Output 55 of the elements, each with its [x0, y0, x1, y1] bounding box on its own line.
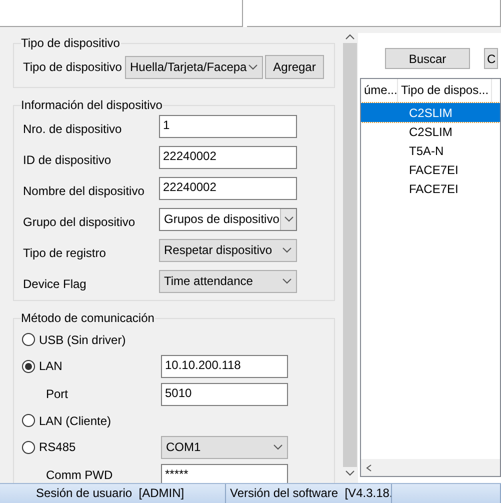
- status-text: Sesión de usuario [ADMIN]: [0, 484, 226, 503]
- text-field[interactable]: 1: [159, 114, 297, 138]
- list-row[interactable]: C2SLIM: [361, 103, 500, 122]
- field-label: Tipo de registro: [23, 245, 107, 260]
- field-label: Nombre del dispositivo: [23, 183, 146, 198]
- dropdown[interactable]: Grupos de dispositivo: [159, 208, 297, 230]
- list-row[interactable]: T5A-N: [361, 141, 500, 160]
- add-button[interactable]: Agregar: [265, 55, 324, 79]
- text-field[interactable]: 22240002: [159, 146, 297, 168]
- field-label: ID de dispositivo: [23, 152, 112, 167]
- list-cell-text: FACE7EI: [408, 162, 460, 176]
- scroll-down-icon: [345, 469, 355, 477]
- radio-label: LAN (Cliente): [39, 414, 112, 428]
- list-row[interactable]: FACE7EI: [361, 179, 500, 198]
- radio-button[interactable]: [22, 360, 35, 372]
- action-button[interactable]: C: [484, 48, 498, 69]
- field-label: Nro. de dispositivo: [23, 121, 123, 136]
- radio-button[interactable]: [22, 440, 35, 454]
- text-field[interactable]: [0, 0, 243, 27]
- radio-label: LAN: [39, 359, 62, 373]
- field-label: Device Flag: [23, 276, 88, 291]
- scroll-up-icon: [345, 33, 355, 41]
- group-title: Información del dispositivo: [21, 98, 164, 112]
- field-label: Port: [45, 387, 70, 401]
- group-title: Método de comunicación: [21, 311, 156, 325]
- dropdown[interactable]: Huella/Tarjeta/Facepa: [125, 56, 263, 78]
- chevron-down-icon: [273, 443, 283, 451]
- text-field[interactable]: [247, 0, 501, 27]
- text-field[interactable]: *****: [161, 464, 288, 483]
- text-field[interactable]: 10.10.200.118: [161, 354, 288, 378]
- chevron-down-icon: [282, 246, 292, 254]
- radio-label: RS485: [39, 440, 76, 454]
- list-cell-text: C2SLIM: [408, 106, 454, 120]
- field-label: Comm PWD: [45, 468, 114, 482]
- chevron-down-icon: [248, 63, 258, 71]
- dropdown[interactable]: Time attendance: [159, 270, 297, 292]
- list-cell-text: FACE7EI: [408, 182, 460, 196]
- field-label: Tipo de dispositivo: [23, 60, 123, 74]
- list-cell-text: T5A-N: [408, 144, 445, 158]
- field-label: Grupo del dispositivo: [23, 214, 136, 229]
- search-button[interactable]: Buscar: [385, 48, 470, 69]
- dropdown[interactable]: COM1: [161, 436, 288, 458]
- text-field[interactable]: 22240002: [159, 176, 297, 200]
- list-row[interactable]: FACE7EI: [361, 160, 500, 179]
- radio-label: USB (Sin driver): [39, 332, 126, 346]
- dropdown[interactable]: Respetar dispositivo: [159, 238, 297, 262]
- radio-button[interactable]: [22, 414, 35, 427]
- list-row[interactable]: C2SLIM: [361, 122, 500, 141]
- radio-button[interactable]: [22, 333, 35, 346]
- text-field[interactable]: 5010: [161, 382, 288, 406]
- group-title: Tipo de dispositivo: [21, 36, 121, 50]
- chevron-down-icon: [282, 277, 292, 285]
- chevron-down-icon: [284, 215, 294, 223]
- list-cell-text: C2SLIM: [408, 124, 454, 138]
- horizontal-scrollbar[interactable]: [361, 459, 500, 476]
